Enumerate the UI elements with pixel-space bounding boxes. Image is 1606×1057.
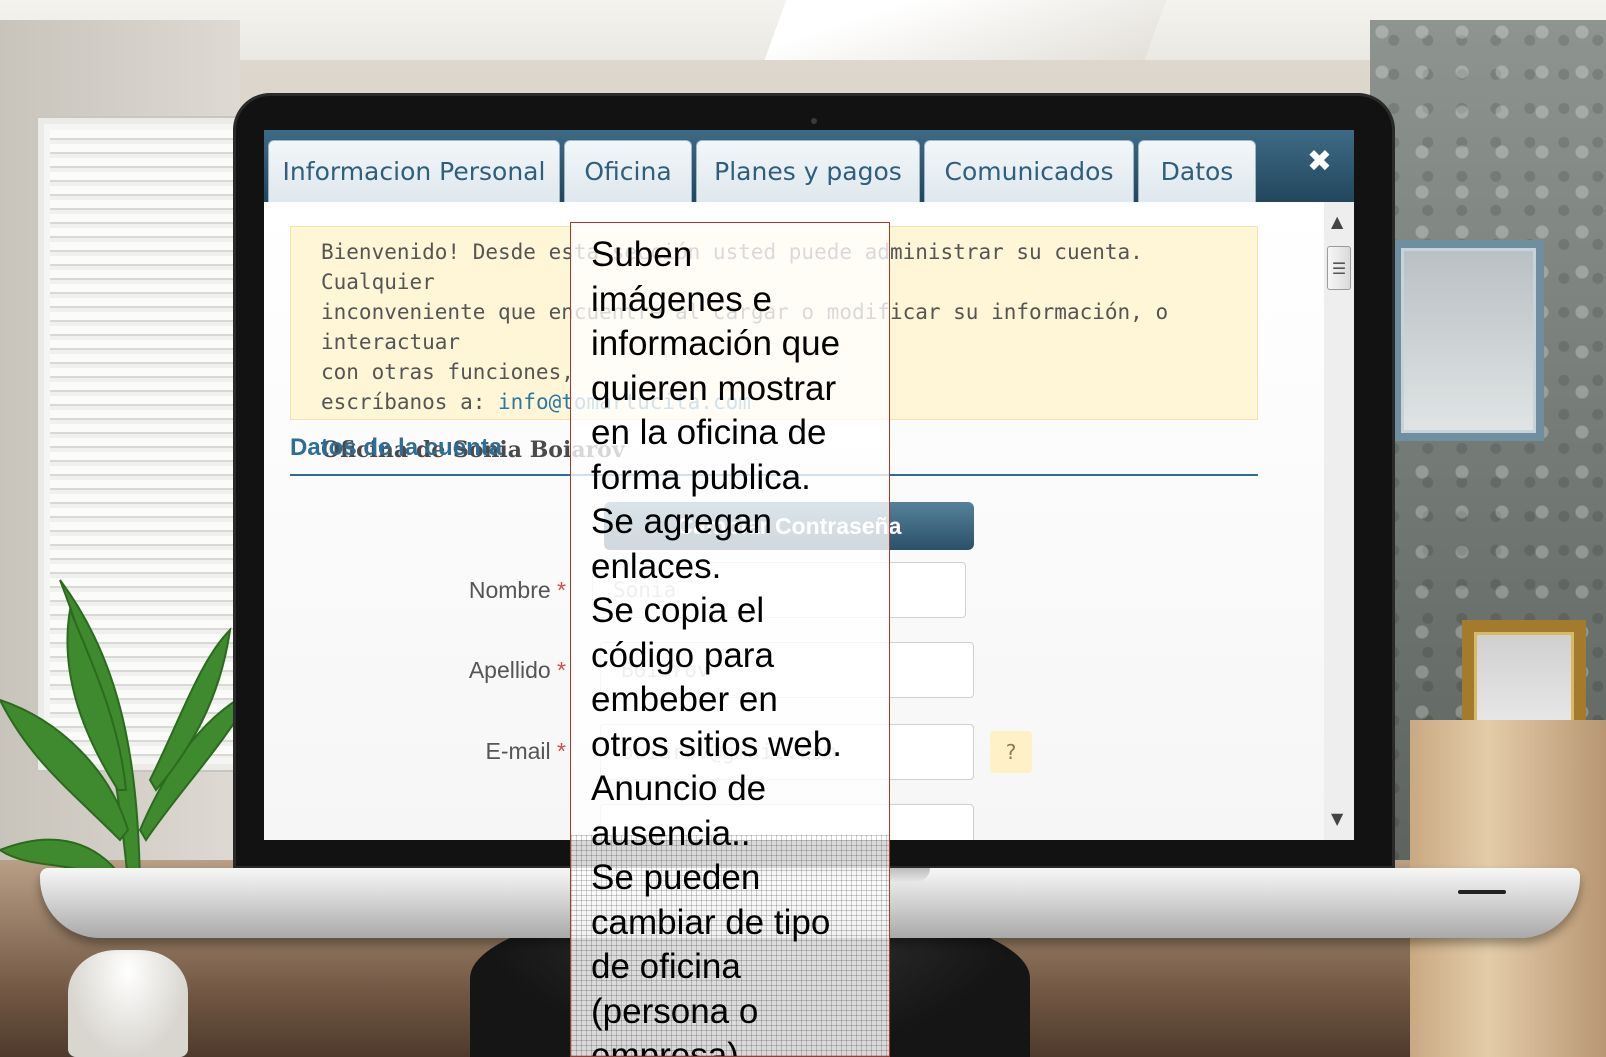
- scroll-thumb[interactable]: ☰: [1327, 246, 1351, 290]
- callout-line: (persona o: [591, 991, 759, 1031]
- callout-line: Anuncio de: [591, 769, 767, 808]
- notice-email-prefix: escríbanos a:: [321, 390, 499, 414]
- plant-illustration: [0, 579, 258, 900]
- scrollbar[interactable]: ▲ ☰ ▼: [1324, 202, 1354, 840]
- email-label-text: E-mail: [485, 738, 551, 764]
- callout-line: cambiar de tipo: [591, 902, 831, 942]
- callout-line: imágenes e: [591, 279, 772, 319]
- callout-line: información que: [591, 324, 841, 363]
- tab-datos[interactable]: Datos: [1138, 140, 1256, 202]
- callout-line: otros sitios web.: [591, 724, 842, 764]
- required-marker: *: [557, 738, 566, 764]
- callout-line: Se agregan: [591, 502, 772, 541]
- callout-line: embeber en: [591, 680, 778, 719]
- tab-comunicados[interactable]: Comunicados: [924, 140, 1134, 202]
- callout-line: código para: [591, 635, 774, 675]
- email-label: E-mail *: [276, 738, 566, 765]
- laptop-slot: [1458, 890, 1506, 894]
- callout-line: forma publica.: [591, 457, 811, 497]
- scroll-up-icon[interactable]: ▲: [1331, 212, 1343, 231]
- close-icon[interactable]: ✖: [1307, 144, 1332, 179]
- callout-line: ausencia..: [591, 813, 751, 853]
- callout-line: enlaces.: [591, 546, 722, 586]
- nombre-label: Nombre *: [276, 577, 566, 604]
- help-icon[interactable]: ?: [990, 731, 1032, 773]
- required-marker: *: [557, 577, 566, 603]
- tab-informacion-personal[interactable]: Informacion Personal: [268, 140, 560, 202]
- apellido-label: Apellido *: [276, 657, 566, 684]
- callout-line: en la oficina de: [591, 413, 827, 452]
- camera-dot: [811, 118, 817, 124]
- required-marker: *: [557, 657, 566, 683]
- callout-line: de oficina: [591, 947, 741, 986]
- callout-line: Suben: [591, 235, 693, 274]
- callout-line: Se pueden: [591, 858, 761, 897]
- plant-pot: [68, 950, 188, 1057]
- section-title: Datos de la cuenta: [290, 434, 503, 461]
- callout-line: quieren mostrar: [591, 368, 837, 408]
- scroll-down-icon[interactable]: ▼: [1331, 809, 1343, 828]
- tab-oficina[interactable]: Oficina: [564, 140, 692, 202]
- nombre-label-text: Nombre: [468, 577, 551, 603]
- callout-line: Se copia el: [591, 591, 765, 630]
- wall-picture-frame: [1393, 240, 1544, 441]
- annotation-callout: Suben imágenes e información que quieren…: [570, 222, 890, 1057]
- tab-planes-y-pagos[interactable]: Planes y pagos: [696, 140, 920, 202]
- callout-text: Suben imágenes e información que quieren…: [591, 233, 881, 1057]
- apellido-label-text: Apellido: [468, 657, 551, 683]
- callout-line: empresa).: [591, 1036, 749, 1057]
- tab-bar: Informacion Personal Oficina Planes y pa…: [264, 130, 1354, 202]
